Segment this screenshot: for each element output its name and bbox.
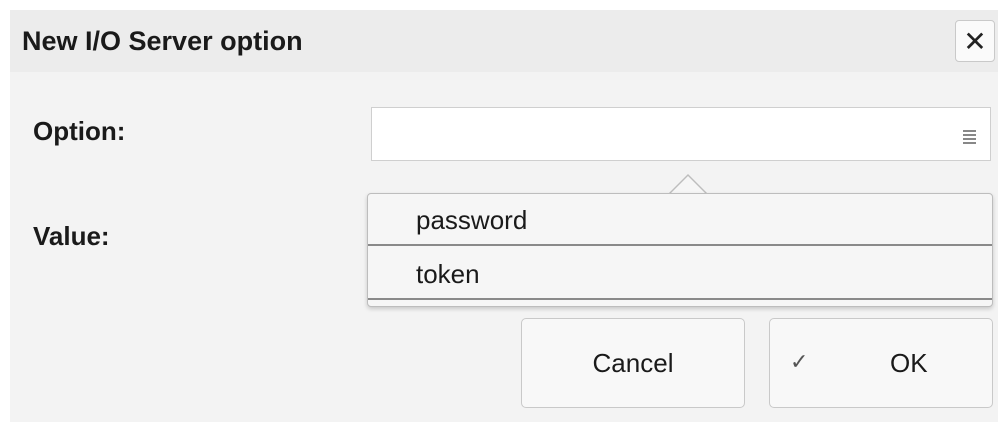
- cancel-button-label: Cancel: [592, 347, 674, 378]
- value-label: Value:: [33, 221, 110, 251]
- option-input[interactable]: [371, 107, 991, 161]
- dialog-title: New I/O Server option: [22, 26, 303, 56]
- dropdown-item-token[interactable]: token: [368, 248, 992, 300]
- close-button[interactable]: ✕: [955, 20, 995, 62]
- dropdown-pointer-fill: [670, 176, 706, 194]
- cancel-button[interactable]: Cancel: [521, 318, 745, 408]
- close-icon: ✕: [963, 25, 987, 57]
- option-dropdown: password token: [367, 193, 993, 307]
- option-label: Option:: [33, 116, 126, 146]
- dropdown-item-password[interactable]: password: [368, 194, 992, 246]
- ok-button[interactable]: ✓ OK: [769, 318, 993, 408]
- checkmark-icon: ✓: [790, 349, 809, 374]
- dialog-titlebar: New I/O Server option: [10, 10, 998, 72]
- list-icon[interactable]: [963, 130, 976, 144]
- new-io-server-option-dialog: New I/O Server option ✕ Option: Value: p…: [0, 0, 998, 422]
- ok-button-label: OK: [890, 348, 928, 378]
